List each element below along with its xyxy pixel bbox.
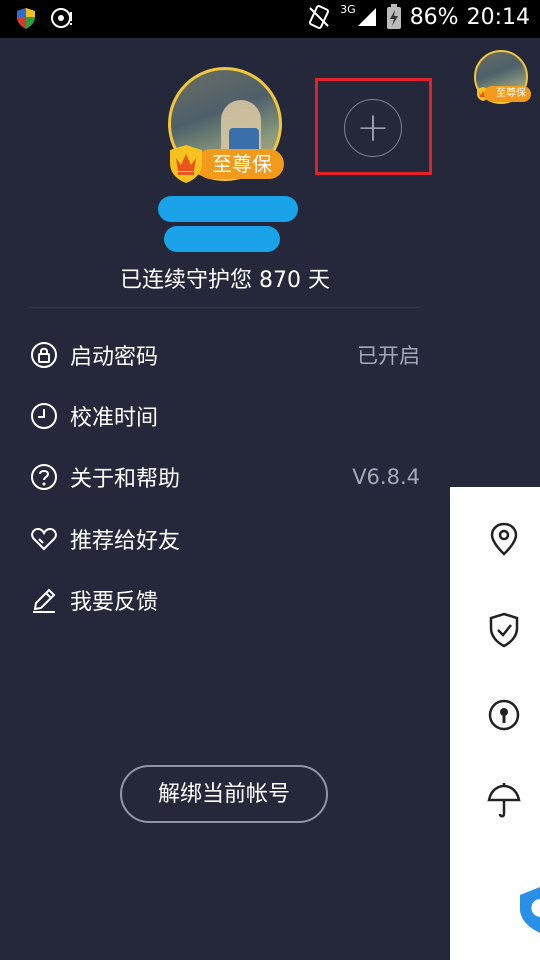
mini-badge: 至尊保 [476, 85, 531, 103]
menu-item-calibrate-time[interactable]: 校准时间 [30, 396, 420, 436]
media-notification-icon [51, 8, 72, 28]
shield-check-icon[interactable] [486, 610, 522, 650]
lock-icon [31, 342, 57, 368]
menu-item-recommend-friend[interactable]: 推荐给好友 [30, 519, 420, 559]
menu-item-label: 启动密码 [70, 345, 159, 370]
divider [30, 307, 420, 308]
unbind-account-button[interactable]: 解绑当前帐号 [120, 765, 328, 823]
location-pin-icon[interactable] [486, 520, 522, 560]
help-icon [31, 464, 57, 490]
menu-item-label: 我要反馈 [70, 590, 159, 615]
menu-item-label: 校准时间 [70, 406, 159, 431]
menu-item-about-help[interactable]: 关于和帮助 V6.8.4 [30, 457, 420, 497]
protection-days-text: 已连续守护您 870 天 [120, 268, 330, 293]
heart-icon [31, 527, 57, 551]
clock-icon [31, 403, 57, 429]
keyhole-icon[interactable] [486, 695, 522, 735]
battery-icon [386, 4, 401, 29]
signal-icon [357, 8, 376, 26]
vip-badge: 至尊保 [168, 144, 284, 184]
redacted-username [158, 196, 298, 222]
pencil-icon [33, 588, 56, 613]
menu-item-feedback[interactable]: 我要反馈 [30, 580, 420, 620]
mini-badge-label: 至尊保 [484, 86, 531, 102]
annotation-highlight-box [315, 78, 432, 175]
umbrella-icon[interactable] [486, 780, 522, 820]
no-sim-icon [309, 5, 330, 29]
security-shield-icon [17, 8, 35, 29]
vip-badge-label: 至尊保 [196, 149, 284, 179]
menu-item-startup-password[interactable]: 启动密码 已开启 [30, 335, 420, 375]
network-type: 3G [340, 2, 356, 16]
app-logo-shield-icon [520, 887, 540, 933]
clock-time: 20:14 [466, 4, 530, 30]
menu-item-label: 推荐给好友 [70, 529, 181, 554]
menu-item-value: 已开启 [357, 344, 420, 368]
status-bar: 3G 86% 20:14 [0, 0, 540, 38]
menu-item-value: V6.8.4 [352, 465, 420, 489]
redacted-account-id [164, 226, 280, 252]
crown-shield-icon [170, 145, 202, 183]
battery-percent: 86% [409, 4, 459, 30]
menu-item-label: 关于和帮助 [70, 467, 181, 492]
